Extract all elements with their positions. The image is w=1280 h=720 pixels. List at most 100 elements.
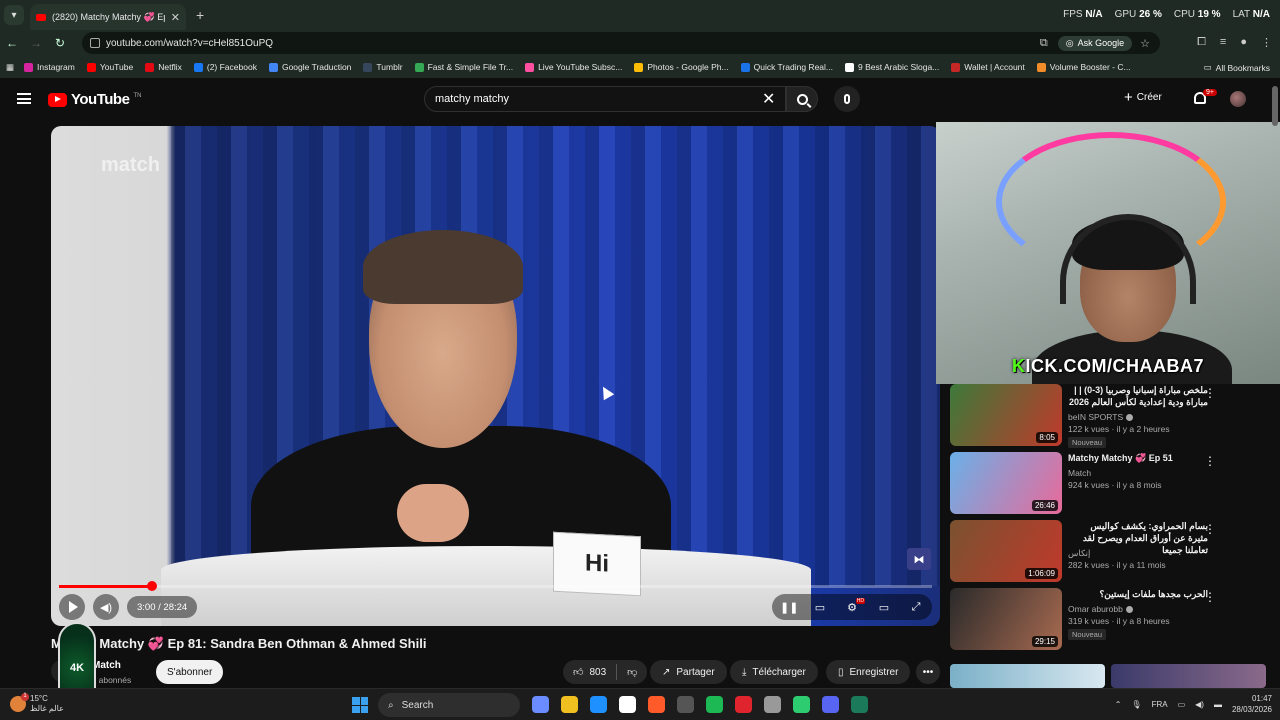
dislike-button[interactable]: 👎︎ [617,660,647,684]
recommendation-menu-icon[interactable]: ⋮ [1204,386,1216,400]
recommendation-title[interactable]: الحرب مجدها ملفات إيستين؟ [1068,588,1209,600]
media-icon[interactable]: ≡ [1220,36,1226,49]
tray-overflow-icon[interactable]: ⌃ [1115,700,1122,709]
bookmark-star-icon[interactable]: ☆ [1140,37,1150,50]
taskbar-app-icon[interactable] [764,696,781,713]
microphone-tray-icon[interactable]: 🎙︎ [1131,700,1141,709]
taskbar-app-icon[interactable] [619,696,636,713]
taskbar-app-icon[interactable] [648,696,665,713]
recommendation-menu-icon[interactable]: ⋮ [1204,454,1216,468]
new-tab-button[interactable]: + [196,7,204,23]
browser-menu-icon[interactable]: ⋮ [1261,36,1272,49]
theater-mode-icon[interactable]: ▭ [876,601,892,614]
bookmark-item[interactable]: Tumblr [363,62,403,72]
subscribe-button[interactable]: S'abonner [156,660,224,684]
back-arrow-icon[interactable]: ← [0,36,24,50]
bookmark-apps-icon[interactable]: ▦ [6,62,14,73]
battery-icon[interactable]: ▬ [1214,700,1222,709]
clock[interactable]: 01:47 28/03/2026 [1232,693,1272,715]
bookmark-item[interactable]: Instagram [24,62,75,72]
progress-scrubber[interactable] [146,581,157,591]
youtube-logo[interactable]: YouTube TN [48,91,141,108]
cast-icon[interactable]: ⧉ [1040,37,1048,50]
hamburger-menu-icon[interactable] [17,93,31,104]
bookmark-item[interactable]: YouTube [86,62,133,72]
recommendation-channel[interactable]: Omar aburobb [1068,604,1133,614]
taskbar-app-icon[interactable] [677,696,694,713]
site-info-icon[interactable] [90,38,100,48]
bookmark-item[interactable]: Volume Booster - C... [1036,62,1131,72]
bookmark-item[interactable]: (2) Facebook [193,62,257,72]
recommendation-channel[interactable]: إنكاس [1068,548,1090,559]
bookmark-item[interactable]: Quick Trading Real... [740,62,833,72]
forward-arrow-icon[interactable]: → [24,36,48,50]
video-player[interactable]: match Hi ⧓ ◀) 3:00 / 28:24 ❚❚ ▭ ⚙ HD ▭ ⤢ [51,126,940,626]
tab-search-button[interactable]: ▾ [4,5,24,25]
channel-name[interactable]: Match [92,660,121,671]
recommendation-channel[interactable]: Match [1068,468,1091,478]
taskbar-app-icon[interactable] [706,696,723,713]
create-button[interactable]: + Créer [1124,89,1162,106]
taskbar-app-icon[interactable] [851,696,868,713]
url-bar[interactable]: youtube.com/watch?v=cHel851OuPQ ⧉ ◎ Ask G… [82,32,1160,54]
recommendation-title[interactable]: Matchy Matchy 💞 Ep 51 [1068,452,1208,464]
recommendation-thumbnail[interactable]: 8:05 [950,384,1062,446]
taskbar-app-icon[interactable] [561,696,578,713]
ask-google-button[interactable]: ◎ Ask Google [1057,35,1133,51]
recommendation-item[interactable]: 8:05 ملخص مباراة إسبانيا وصربيا (3-0) | |… [950,384,1266,450]
windows-start-icon[interactable] [352,697,368,713]
recommendation-title[interactable]: ملخص مباراة إسبانيا وصربيا (3-0) | | مبا… [1068,384,1208,408]
save-button[interactable]: ▯ Enregistrer [826,660,911,684]
download-button[interactable]: ⤓ Télécharger [730,660,818,684]
recommendation-channel[interactable]: beIN SPORTS [1068,412,1134,422]
settings-gear-icon[interactable]: ⚙ HD [844,597,865,614]
taskbar-app-icon[interactable] [590,696,607,713]
account-avatar[interactable] [1230,91,1246,107]
browser-tab[interactable]: (2820) Matchy Matchy 💞 Ep 8 ✕ [30,4,186,30]
taskbar-app-icon[interactable] [735,696,752,713]
profile-icon[interactable]: ● [1240,36,1247,49]
reload-icon[interactable]: ↻ [48,36,72,50]
bookmark-item[interactable]: Fast & Simple File Tr... [414,62,513,72]
taskbar-search[interactable]: ⌕ Search [378,693,520,717]
voice-search-button[interactable] [834,86,860,112]
bookmark-item[interactable]: Google Traduction [268,62,351,72]
next-recommendation-thumbnails[interactable] [950,664,1266,688]
recommendation-menu-icon[interactable]: ⋮ [1204,590,1216,604]
taskbar-app-icon[interactable] [793,696,810,713]
url-text[interactable]: youtube.com/watch?v=cHel851OuPQ [106,38,1040,49]
language-indicator[interactable]: FRA [1152,700,1168,709]
all-bookmarks-button[interactable]: ▭ All Bookmarks [1204,62,1270,73]
speaker-icon[interactable]: ◀) [1195,700,1204,709]
taskbar-app-icon[interactable] [532,696,549,713]
weather-widget[interactable]: 1 15°C عالم غالظ [10,693,64,714]
subtitles-icon[interactable]: ▭ [812,601,828,614]
recommendation-item[interactable]: 29:15 الحرب مجدها ملفات إيستين؟ Omar aburo… [950,588,1266,654]
recommendation-item[interactable]: 1:06:09 بسام الحمراوي: يكشف كواليس مثيرة … [950,520,1266,586]
bookmark-item[interactable]: Netflix [145,62,182,72]
progress-bar[interactable] [59,581,932,591]
network-icon[interactable]: ▭ [1178,700,1186,709]
recommendation-item[interactable]: 26:46 Matchy Matchy 💞 Ep 51 Match 924 k vue… [950,452,1266,518]
bookmark-item[interactable]: 9 Best Arabic Sloga... [845,62,939,72]
volume-icon[interactable]: ◀) [93,594,119,620]
bookmark-item[interactable]: Wallet | Account [951,62,1025,72]
recommendation-thumbnail[interactable]: 26:46 [950,452,1062,514]
recommendation-thumbnail[interactable]: 1:06:09 [950,520,1062,582]
like-button[interactable]: 👍︎ 803 [563,660,616,684]
search-button[interactable] [786,86,818,112]
clear-search-icon[interactable]: ✕ [762,89,775,109]
fullscreen-icon[interactable]: ⤢ [908,601,924,614]
recommendation-thumbnail[interactable]: 29:15 [950,588,1062,650]
recommendation-menu-icon[interactable]: ⋮ [1204,522,1216,536]
extensions-icon[interactable]: ⧠ [1197,36,1206,49]
scrollbar-thumb[interactable] [1272,86,1278,126]
pause-autoplay-icon[interactable]: ❚❚ [780,601,798,614]
bookmark-item[interactable]: Photos - Google Ph... [634,62,729,72]
search-input[interactable]: matchy matchy [424,86,786,112]
share-button[interactable]: ↗ Partager [650,660,727,684]
taskbar-app-icon[interactable] [822,696,839,713]
more-actions-icon[interactable]: ••• [916,660,940,684]
page-scrollbar[interactable] [1272,80,1278,690]
tab-close-icon[interactable]: ✕ [171,11,180,24]
